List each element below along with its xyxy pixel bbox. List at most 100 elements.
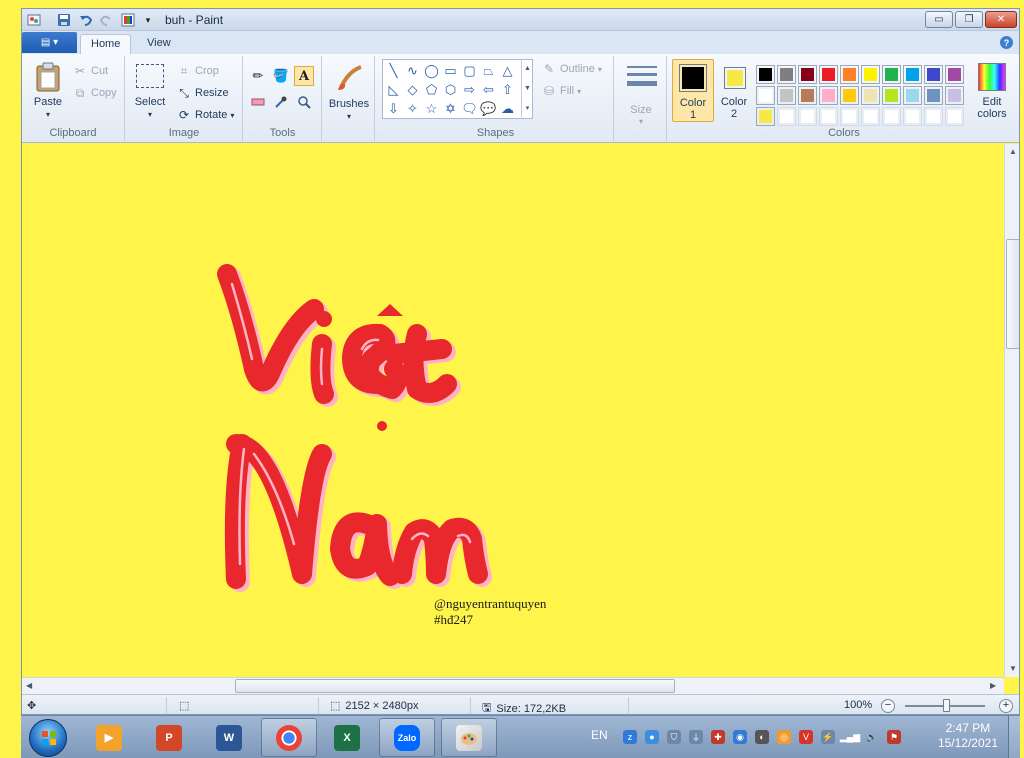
v-app-icon[interactable]: V [799, 730, 813, 744]
palette-swatch[interactable] [777, 65, 796, 84]
signal-icon[interactable]: ▂▄▆ [840, 730, 860, 744]
taskbar-word[interactable]: W [201, 718, 257, 757]
palette-swatch[interactable] [756, 107, 775, 126]
zoom-in-button[interactable]: + [999, 699, 1013, 713]
size-button[interactable]: Size ▾ [619, 60, 663, 130]
taskbar-paint[interactable] [441, 718, 497, 757]
fill-button[interactable]: ⛁ Fill ▾ [541, 83, 581, 99]
eraser-icon[interactable] [248, 92, 268, 112]
right-arrow-shape-icon[interactable]: ⇨ [460, 80, 479, 99]
redo-icon[interactable] [98, 12, 114, 28]
zoom-slider-thumb[interactable] [943, 699, 950, 712]
rounded-rectangle-shape-icon[interactable]: ▢ [460, 61, 479, 80]
palette-swatch[interactable] [882, 86, 901, 105]
palette-swatch[interactable] [840, 107, 859, 126]
four-point-star-shape-icon[interactable]: ✧ [403, 99, 422, 118]
copy-button[interactable]: ⧉ Copy [72, 85, 117, 101]
power-icon[interactable]: ⚡ [821, 730, 835, 744]
drawing-canvas[interactable]: @nguyentrantuquyen #hđ247 [22, 144, 1004, 677]
crop-button[interactable]: ⌗ Crop [176, 63, 219, 79]
palette-swatch[interactable] [819, 65, 838, 84]
palette-swatch[interactable] [903, 107, 922, 126]
shield-icon[interactable]: ⛉ [667, 730, 681, 744]
scroll-left-icon[interactable]: ◀ [26, 681, 32, 690]
palette-swatch[interactable] [798, 107, 817, 126]
palette-swatch[interactable] [924, 107, 943, 126]
palette-swatch[interactable] [924, 65, 943, 84]
antivirus-icon[interactable]: ✚ [711, 730, 725, 744]
usb-icon[interactable]: ⏚ [689, 730, 703, 744]
up-arrow-shape-icon[interactable]: ⇧ [498, 80, 517, 99]
action-center-icon[interactable]: ⚑ [887, 730, 901, 744]
color2-button[interactable]: Color 2 [715, 59, 753, 122]
palette-swatch[interactable] [924, 86, 943, 105]
pentagon-shape-icon[interactable]: ⬠ [422, 80, 441, 99]
tab-home[interactable]: Home [80, 34, 132, 54]
palette-swatch[interactable] [945, 107, 964, 126]
cut-button[interactable]: ✂ Cut [72, 63, 108, 79]
display-icon[interactable]: ◐ [755, 730, 769, 744]
taskbar-media-player[interactable]: ▶ [81, 718, 137, 757]
vertical-scroll-thumb[interactable] [1006, 239, 1019, 349]
palette-swatch[interactable] [840, 86, 859, 105]
save-icon[interactable] [56, 12, 72, 28]
vertical-scrollbar[interactable]: ▲ ▼ [1004, 144, 1019, 677]
shapes-scroll[interactable]: ▲ ▼ ▾ [521, 59, 533, 119]
palette-swatch[interactable] [903, 86, 922, 105]
right-triangle-shape-icon[interactable]: ◺ [384, 80, 403, 99]
diamond-shape-icon[interactable]: ◇ [403, 80, 422, 99]
volume-icon[interactable]: 🔈 [865, 730, 879, 744]
palette-swatch[interactable] [819, 86, 838, 105]
start-button[interactable] [29, 719, 67, 757]
scroll-up-icon[interactable]: ▲ [1009, 147, 1017, 156]
oval-callout-shape-icon[interactable]: 💬 [479, 99, 498, 118]
left-arrow-shape-icon[interactable]: ⇦ [479, 80, 498, 99]
palette-swatch[interactable] [945, 65, 964, 84]
palette-swatch[interactable] [777, 107, 796, 126]
chrome-tray-icon[interactable]: ◎ [777, 730, 791, 744]
six-point-star-shape-icon[interactable]: ✡ [441, 99, 460, 118]
text-tool-icon[interactable]: A [294, 66, 314, 86]
cloud-callout-shape-icon[interactable]: ☁ [498, 99, 517, 118]
scroll-down-icon[interactable]: ▼ [1009, 664, 1017, 673]
oval-shape-icon[interactable]: ◯ [422, 61, 441, 80]
palette-swatch[interactable] [945, 86, 964, 105]
rotate-button[interactable]: ⟳ Rotate ▾ [176, 107, 234, 123]
palette-swatch[interactable] [756, 65, 775, 84]
tab-view[interactable]: View [137, 34, 181, 54]
palette-swatch[interactable] [861, 86, 880, 105]
paste-button[interactable]: Paste ▾ [30, 60, 66, 122]
line-shape-icon[interactable]: ╲ [384, 61, 403, 80]
palette-swatch[interactable] [777, 86, 796, 105]
rounded-callout-shape-icon[interactable]: 🗨 [460, 99, 479, 118]
paint-menu-button[interactable]: ▤ ▾ [22, 32, 77, 53]
close-button[interactable]: ✕ [985, 11, 1017, 28]
color1-button[interactable]: Color 1 [672, 59, 714, 122]
palette-swatch[interactable] [798, 65, 817, 84]
color-picker-qat-icon[interactable] [120, 12, 136, 28]
taskbar-excel[interactable]: X [319, 718, 375, 757]
five-point-star-shape-icon[interactable]: ☆ [422, 99, 441, 118]
edit-colors-button[interactable]: Edit colors [970, 59, 1014, 122]
magnifier-icon[interactable] [294, 92, 314, 112]
update-icon[interactable]: ◉ [733, 730, 747, 744]
brushes-button[interactable]: Brushes ▾ [327, 60, 371, 134]
select-button[interactable]: Select ▾ [131, 60, 169, 122]
show-desktop-button[interactable] [1008, 716, 1020, 758]
palette-swatch[interactable] [840, 65, 859, 84]
outline-button[interactable]: ✎ Outline ▾ [541, 61, 602, 77]
taskbar-powerpoint[interactable]: P [141, 718, 197, 757]
palette-swatch[interactable] [882, 65, 901, 84]
rectangle-shape-icon[interactable]: ▭ [441, 61, 460, 80]
triangle-shape-icon[interactable]: △ [498, 61, 517, 80]
zoom-out-button[interactable]: − [881, 699, 895, 713]
palette-swatch[interactable] [882, 107, 901, 126]
curve-shape-icon[interactable]: ∿ [403, 61, 422, 80]
paint-app-icon[interactable] [26, 12, 42, 28]
taskbar-zalo[interactable]: Zalo [379, 718, 435, 757]
palette-swatch[interactable] [861, 107, 880, 126]
color-picker-icon[interactable] [271, 92, 291, 112]
maximize-button[interactable]: ❐ [955, 11, 983, 28]
down-arrow-shape-icon[interactable]: ⇩ [384, 99, 403, 118]
polygon-shape-icon[interactable]: ⏢ [479, 61, 498, 80]
